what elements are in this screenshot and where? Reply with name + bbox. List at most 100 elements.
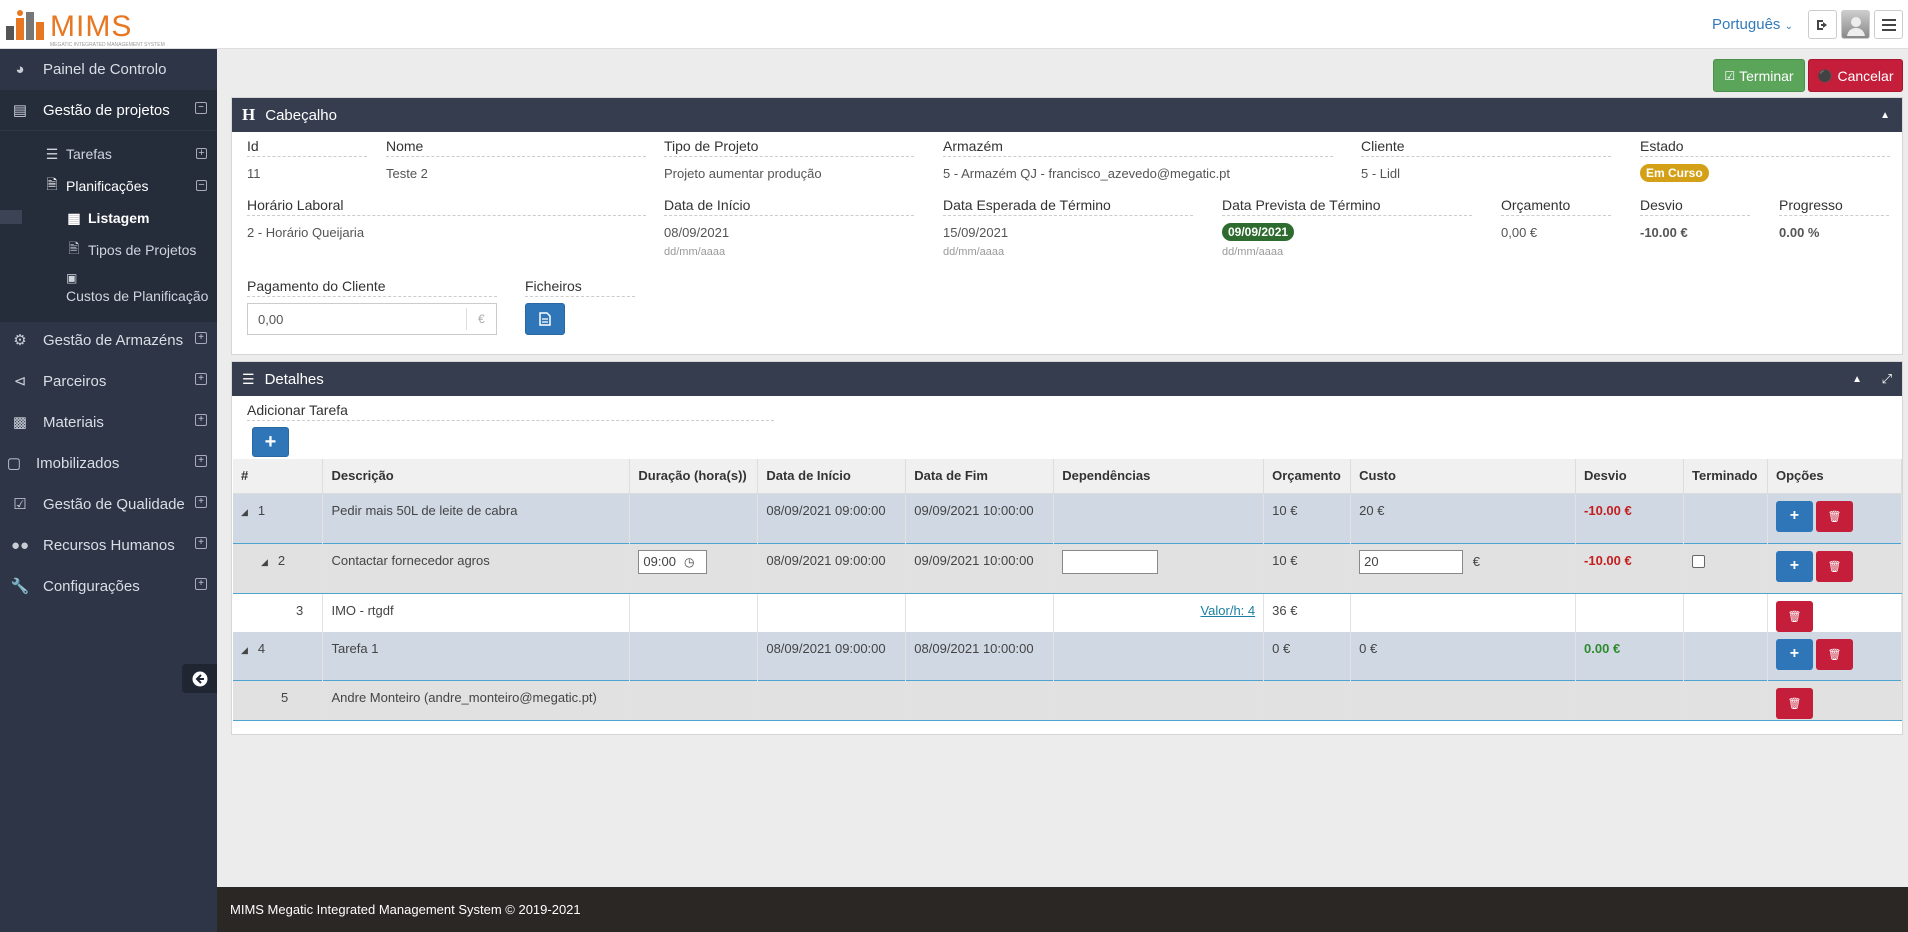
sidebar-item-tarefas[interactable]: ☰ Tarefas + xyxy=(0,138,217,170)
language-selector[interactable]: Português ⌄ xyxy=(1712,16,1793,33)
field-estado: Estado Em Curso xyxy=(1640,138,1890,182)
collapse-sidebar-button[interactable] xyxy=(182,664,217,693)
cell-duration xyxy=(629,593,759,632)
cell-start: 08/09/2021 09:00:00 xyxy=(757,542,907,594)
expand-icon: + xyxy=(195,414,207,426)
avatar[interactable] xyxy=(1841,10,1870,39)
user-silhouette-icon xyxy=(1846,16,1865,36)
column-header: Orçamento xyxy=(1263,459,1352,494)
sidebar-item-tipos[interactable]: 🖹 Tipos de Projetos xyxy=(0,234,217,266)
row-number[interactable]: ◢ 1 xyxy=(233,493,324,543)
cell-cost: 0 € xyxy=(1350,631,1577,681)
column-header: Desvio xyxy=(1575,459,1684,494)
footer: MIMS Megatic Integrated Management Syste… xyxy=(217,887,1908,932)
row-number[interactable]: ◢ 4 xyxy=(233,631,324,681)
table-row[interactable]: ◢ 4 Tarefa 1 08/09/2021 09:00:00 08/09/20… xyxy=(233,631,1903,681)
add-subtask-button[interactable]: + xyxy=(1775,638,1813,670)
cost-input[interactable]: 20 xyxy=(1359,549,1464,574)
plus-icon: + xyxy=(1789,507,1800,524)
sidebar-item-rh[interactable]: ●● Recursos Humanos + xyxy=(0,525,217,565)
check-square-icon: ☑ xyxy=(1724,68,1736,83)
trash-icon: 🗑 xyxy=(1787,610,1802,623)
field-inicio: Data de Início 08/09/2021 dd/mm/aaaa xyxy=(664,197,914,258)
add-task-button[interactable]: + xyxy=(252,427,289,457)
finished-checkbox[interactable] xyxy=(1691,554,1705,568)
table-row[interactable]: 3 IMO - rtgdf Valor/h: 4 36 € 🗑 xyxy=(233,593,1903,632)
field-label: Armazém xyxy=(943,138,1333,157)
sidebar-item-imobilizados[interactable]: ▢ Imobilizados + xyxy=(0,443,217,483)
chevron-up-icon[interactable]: ▲ xyxy=(1852,374,1862,385)
panel-title: Detalhes xyxy=(264,370,324,388)
sidebar-item-custos[interactable]: Custos de Planificação xyxy=(0,281,217,311)
cubes-icon: ▩ xyxy=(12,414,28,431)
add-subtask-button[interactable]: + xyxy=(1775,550,1813,582)
hourly-rate-link[interactable]: Valor/h: 4 xyxy=(1200,603,1255,618)
cost-unit: € xyxy=(1472,554,1480,569)
logo-mark-icon xyxy=(6,10,44,40)
dependencies-input[interactable] xyxy=(1062,549,1159,574)
expand-icon[interactable]: ⤢ xyxy=(1882,371,1892,387)
sidebar-item-projetos[interactable]: ▤ Gestão de projetos − xyxy=(0,90,217,130)
sidebar-item-armazens[interactable]: ⚙ Gestão de Armazéns + xyxy=(0,320,217,360)
logo-tagline: MEGATIC INTEGRATED MANAGEMENT SYSTEM xyxy=(50,42,165,48)
row-number[interactable]: ◢ 2 xyxy=(233,542,324,594)
arrow-left-circle-icon xyxy=(192,671,207,686)
field-tipo: Tipo de Projeto Projeto aumentar produçã… xyxy=(664,138,914,181)
sidebar-item-label: Gestão de Qualidade xyxy=(43,495,185,513)
field-orcamento: Orçamento 0,00 € xyxy=(1501,197,1611,240)
sidebar-item-label: Listagem xyxy=(88,210,150,226)
payment-input[interactable]: 0,00 € xyxy=(247,303,497,335)
delete-button[interactable]: 🗑 xyxy=(1775,688,1813,719)
expand-icon: + xyxy=(195,537,207,549)
mims-logo[interactable]: MIMS MEGATIC INTEGRATED MANAGEMENT SYSTE… xyxy=(4,8,165,48)
add-subtask-button[interactable]: + xyxy=(1775,500,1813,532)
caret-icon[interactable]: ◢ xyxy=(241,645,248,655)
logout-icon xyxy=(1816,19,1827,30)
cell-description: Contactar fornecedor agros xyxy=(322,542,631,594)
caret-icon[interactable]: ◢ xyxy=(261,557,268,567)
collapse-icon: − xyxy=(196,180,207,191)
trash-icon: 🗑 xyxy=(1827,561,1842,573)
table-icon: ▦ xyxy=(67,209,81,226)
files-button[interactable] xyxy=(525,303,565,335)
duration-input[interactable]: 09:00 ◷ xyxy=(638,549,708,574)
cell-finished xyxy=(1683,493,1768,543)
menu-button[interactable] xyxy=(1874,10,1903,39)
expand-icon: + xyxy=(195,578,207,590)
sidebar-item-listagem[interactable]: ▦ Listagem xyxy=(0,202,217,234)
column-header: # xyxy=(233,459,324,494)
cancel-button[interactable]: ⚫ Cancelar xyxy=(1808,59,1903,92)
cell-start: 08/09/2021 09:00:00 xyxy=(757,631,907,681)
table-row[interactable]: ◢ 2 Contactar fornecedor agros 09:00 ◷ 08/… xyxy=(233,542,1903,594)
sidebar-item-planificacoes[interactable]: 🗎 Planificações − xyxy=(0,170,217,202)
cell-options: 🗑 xyxy=(1767,680,1903,721)
sidebar-item-painel[interactable]: ◕ Painel de Controlo xyxy=(0,49,217,89)
cell-cost: 20 € xyxy=(1350,542,1577,594)
table-row[interactable]: ◢ 1 Pedir mais 50L de leite de cabra 08/0… xyxy=(233,493,1903,543)
field-label: Id xyxy=(247,138,367,157)
delete-button[interactable]: 🗑 xyxy=(1775,600,1813,632)
finish-button[interactable]: ☑ Terminar xyxy=(1713,59,1805,92)
sidebar-item-configuracoes[interactable]: 🔧 Configurações + xyxy=(0,566,217,606)
sidebar-item-materiais[interactable]: ▩ Materiais + xyxy=(0,402,217,442)
sidebar-item-label: Recursos Humanos xyxy=(43,536,175,554)
delete-button[interactable]: 🗑 xyxy=(1815,639,1853,670)
sidebar-item-parceiros[interactable]: ⊲ Parceiros + xyxy=(0,361,217,401)
cell-deps xyxy=(1053,680,1265,721)
cell-description: Tarefa 1 xyxy=(322,631,631,681)
cell-options: + 🗑 xyxy=(1767,493,1903,543)
caret-icon[interactable]: ◢ xyxy=(241,507,248,517)
chevron-up-icon[interactable]: ▲ xyxy=(1880,110,1890,121)
field-cliente: Cliente 5 - Lidl xyxy=(1361,138,1611,181)
logout-button[interactable] xyxy=(1808,10,1837,39)
delete-button[interactable]: 🗑 xyxy=(1815,551,1853,582)
field-nome: Nome Teste 2 xyxy=(386,138,646,181)
collapse-icon: − xyxy=(195,102,207,114)
top-bar: MIMS MEGATIC INTEGRATED MANAGEMENT SYSTE… xyxy=(0,0,1908,49)
sidebar: ◕ Painel de Controlo ▤ Gestão de projeto… xyxy=(0,49,217,932)
field-label: Data Esperada de Término xyxy=(943,197,1193,216)
table-row[interactable]: 5 Andre Monteiro (andre_monteiro@megatic… xyxy=(233,680,1903,721)
delete-button[interactable]: 🗑 xyxy=(1815,501,1853,532)
field-prevista: Data Prevista de Término 09/09/2021 dd/m… xyxy=(1222,197,1472,258)
sidebar-item-qualidade[interactable]: ☑ Gestão de Qualidade + xyxy=(0,484,217,524)
